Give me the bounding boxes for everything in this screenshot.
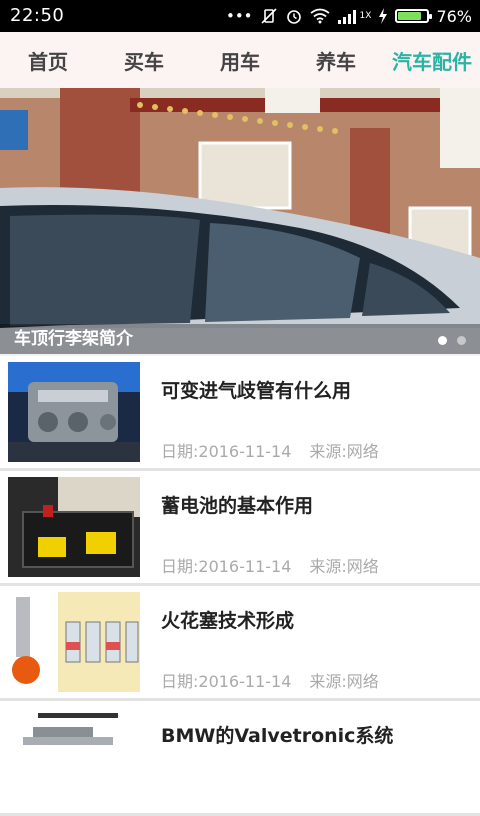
news-title: 蓄电池的基本作用 <box>161 495 314 517</box>
banner-title[interactable]: 车顶行李架简介 <box>14 324 133 349</box>
news-meta: 日期:2016-11-14 来源:网络 <box>161 668 379 692</box>
vibrate-off-icon <box>260 7 278 25</box>
carousel-dot-active[interactable] <box>438 336 447 345</box>
battery-icon <box>395 9 433 23</box>
more-dots-icon: ••• <box>225 7 253 25</box>
list-item[interactable]: 蓄电池的基本作用 日期:2016-11-14 来源:网络 <box>0 471 480 586</box>
news-list: 可变进气歧管有什么用 日期:2016-11-14 来源:网络 蓄电池的基本作用 日… <box>0 356 480 816</box>
battery-percent: 76% <box>436 6 472 26</box>
alarm-icon <box>285 7 303 25</box>
news-meta: 日期:2016-11-14 来源:网络 <box>161 438 379 462</box>
news-source: 来源:网络 <box>309 442 379 461</box>
banner-image <box>0 88 480 354</box>
carousel-indicator <box>438 336 466 345</box>
news-title: 可变进气歧管有什么用 <box>161 380 352 402</box>
category-tab-bar: 首页 买车 用车 养车 汽车配件 <box>0 32 480 88</box>
status-bar: 22:50 ••• 1X 76% <box>0 0 480 32</box>
tab-car-parts[interactable]: 汽车配件 <box>384 32 480 88</box>
news-title: 火花塞技术形成 <box>161 610 295 632</box>
battery-image <box>8 477 140 577</box>
wifi-icon <box>309 8 330 24</box>
banner-carousel[interactable]: 车顶行李架简介 <box>0 88 480 354</box>
news-date: 日期:2016-11-14 <box>161 442 292 461</box>
tab-home[interactable]: 首页 <box>0 32 96 88</box>
tab-use-car[interactable]: 用车 <box>192 32 288 88</box>
news-meta: 日期:2016-11-14 来源:网络 <box>161 553 379 577</box>
news-source: 来源:网络 <box>309 672 379 691</box>
valvetronic-image <box>8 707 140 807</box>
signal-icon: 1X <box>337 8 372 24</box>
tab-buy-car[interactable]: 买车 <box>96 32 192 88</box>
battery-fill <box>398 12 422 20</box>
banner-caption-bar: 车顶行李架简介 <box>0 324 480 354</box>
news-source: 来源:网络 <box>309 557 379 576</box>
tab-maintain-car[interactable]: 养车 <box>288 32 384 88</box>
list-item[interactable]: BMW的Valvetronic系统 <box>0 701 480 816</box>
carousel-dot[interactable] <box>457 336 466 345</box>
charging-icon <box>378 8 388 24</box>
list-item[interactable]: 火花塞技术形成 日期:2016-11-14 来源:网络 <box>0 586 480 701</box>
status-icons: ••• 1X 76% <box>226 0 472 32</box>
engine-image <box>8 362 140 462</box>
news-date: 日期:2016-11-14 <box>161 557 292 576</box>
news-title: BMW的Valvetronic系统 <box>161 725 394 747</box>
network-type-label: 1X <box>359 11 372 21</box>
list-item[interactable]: 可变进气歧管有什么用 日期:2016-11-14 来源:网络 <box>0 356 480 471</box>
spark-plug-image <box>8 592 140 692</box>
news-date: 日期:2016-11-14 <box>161 672 292 691</box>
status-time: 22:50 <box>10 5 65 26</box>
